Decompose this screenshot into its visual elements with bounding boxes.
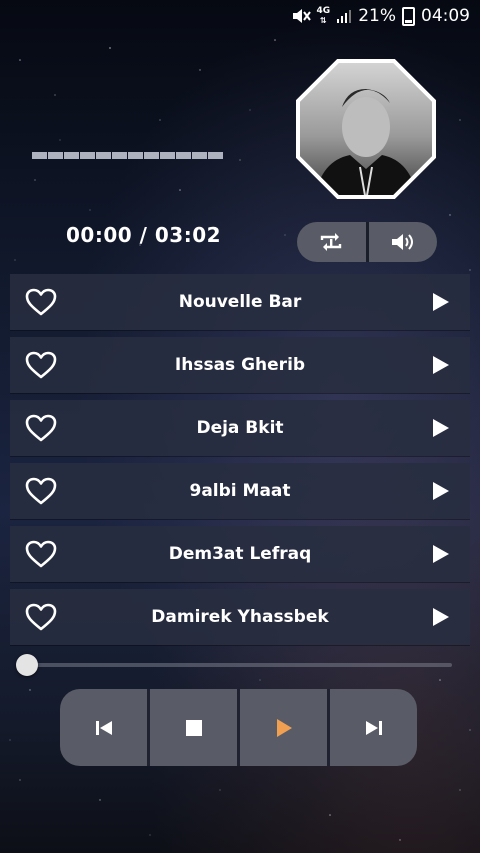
time-display: 00:00 / 03:02 [66, 223, 222, 247]
song-play-button[interactable] [430, 291, 452, 313]
play-icon [433, 356, 449, 374]
seek-thumb[interactable] [16, 654, 38, 676]
visualizer-bar [144, 152, 159, 159]
song-play-button[interactable] [430, 543, 452, 565]
song-title: Deja Bkit [196, 418, 284, 438]
play-icon [433, 293, 449, 311]
song-play-button[interactable] [430, 354, 452, 376]
song-play-button[interactable] [430, 480, 452, 502]
song-row[interactable]: Deja Bkit [10, 400, 470, 456]
heart-icon [25, 414, 57, 442]
visualizer-bar [160, 152, 175, 159]
favorite-button[interactable] [24, 538, 58, 570]
battery-percent: 21% [358, 6, 396, 26]
repeat-button[interactable] [297, 222, 369, 262]
artist-avatar [294, 57, 438, 201]
visualizer-bar [192, 152, 207, 159]
song-list: Nouvelle Bar Ihssas Gherib Deja Bkit 9albi … [10, 274, 470, 652]
network-4g-icon: 4G ⇅ [316, 6, 331, 26]
volume-icon [391, 234, 413, 250]
play-icon [276, 718, 292, 737]
visualizer-bar [48, 152, 63, 159]
song-title: Ihssas Gherib [174, 355, 306, 375]
song-title: 9albi Maat [189, 481, 291, 501]
song-row[interactable]: Dem3at Lefraq [10, 526, 470, 582]
visualizer-bar [176, 152, 191, 159]
visualizer-bar [112, 152, 127, 159]
song-row[interactable]: 9albi Maat [10, 463, 470, 519]
heart-icon [25, 288, 57, 316]
song-row[interactable]: Damirek Yhassbek [10, 589, 470, 645]
volume-button[interactable] [369, 222, 438, 262]
play-icon [433, 608, 449, 626]
favorite-button[interactable] [24, 349, 58, 381]
next-button[interactable] [327, 689, 417, 766]
signal-icon [336, 8, 352, 24]
stop-button[interactable] [147, 689, 237, 766]
visualizer-bar [80, 152, 95, 159]
song-title: Damirek Yhassbek [151, 607, 329, 627]
previous-icon [95, 720, 112, 735]
heart-icon [25, 603, 57, 631]
heart-icon [25, 351, 57, 379]
heart-icon [25, 540, 57, 568]
status-bar: 4G ⇅ 21% 04:09 [0, 0, 480, 32]
song-row[interactable]: Ihssas Gherib [10, 337, 470, 393]
playback-options [297, 222, 437, 262]
play-button[interactable] [237, 689, 327, 766]
transport-controls [60, 689, 417, 766]
visualizer-bar [128, 152, 143, 159]
play-icon [433, 419, 449, 437]
visualizer-bar [96, 152, 111, 159]
network-label: 4G [316, 6, 331, 16]
play-icon [433, 545, 449, 563]
audio-visualizer [32, 152, 223, 159]
stop-icon [185, 719, 202, 736]
repeat-icon [321, 233, 342, 251]
song-row[interactable]: Nouvelle Bar [10, 274, 470, 330]
play-icon [433, 482, 449, 500]
visualizer-bar [208, 152, 223, 159]
clock: 04:09 [421, 6, 470, 26]
song-title: Dem3at Lefraq [168, 544, 312, 564]
mute-icon [291, 7, 311, 25]
seek-track[interactable] [28, 663, 452, 667]
favorite-button[interactable] [24, 412, 58, 444]
favorite-button[interactable] [24, 601, 58, 633]
song-play-button[interactable] [430, 417, 452, 439]
visualizer-bar [32, 152, 47, 159]
song-title: Nouvelle Bar [178, 292, 302, 312]
previous-button[interactable] [60, 689, 147, 766]
favorite-button[interactable] [24, 475, 58, 507]
visualizer-bar [64, 152, 79, 159]
song-play-button[interactable] [430, 606, 452, 628]
battery-icon [402, 6, 415, 26]
favorite-button[interactable] [24, 286, 58, 318]
next-icon [365, 720, 382, 735]
heart-icon [25, 477, 57, 505]
